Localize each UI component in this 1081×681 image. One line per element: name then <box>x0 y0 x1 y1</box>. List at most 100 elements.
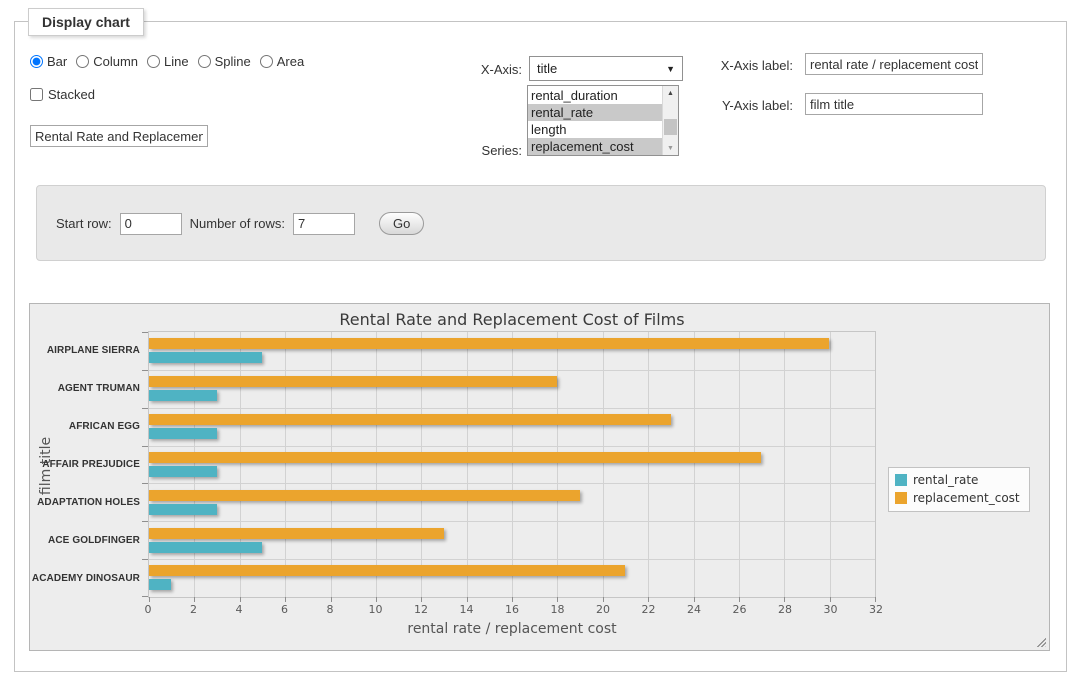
x-axis-tick <box>512 597 513 602</box>
stacked-label: Stacked <box>48 87 95 102</box>
chart-title-input[interactable] <box>30 125 208 147</box>
chart-title: Rental Rate and Replacement Cost of Film… <box>148 310 876 329</box>
scrollbar-thumb[interactable] <box>664 119 677 135</box>
chevron-down-icon: ▼ <box>666 64 675 74</box>
bar-group <box>149 559 875 597</box>
x-axis-tick <box>285 597 286 602</box>
y-axis-tick <box>142 332 148 333</box>
chart-type-option-area[interactable]: Area <box>260 54 304 69</box>
x-axis-tick <box>648 597 649 602</box>
series-option-replacement_cost[interactable]: replacement_cost <box>528 138 662 155</box>
x-tick-label: 28 <box>778 603 792 616</box>
legend-swatch-rental_rate <box>895 474 907 486</box>
bar-rental_rate <box>149 466 217 477</box>
y-category-label: AGENT TRUMAN <box>30 369 140 407</box>
x-axis-tick <box>376 597 377 602</box>
x-tick-label: 20 <box>596 603 610 616</box>
series-listbox: rental_durationrental_ratelengthreplacem… <box>527 85 679 156</box>
y-category-label: AIRPLANE SIERRA <box>30 331 140 369</box>
chart-container: Rental Rate and Replacement Cost of Film… <box>29 303 1050 651</box>
y-category-label: AFFAIR PREJUDICE <box>30 445 140 483</box>
chart-type-option-spline[interactable]: Spline <box>198 54 251 69</box>
series-option-rental_rate[interactable]: rental_rate <box>528 104 662 121</box>
x-tick-label: 0 <box>145 603 152 616</box>
x-tick-label: 18 <box>551 603 565 616</box>
x-tick-label: 8 <box>327 603 334 616</box>
chart-type-radio-label: Column <box>93 54 138 69</box>
legend-item-replacement_cost[interactable]: replacement_cost <box>895 491 1020 505</box>
chart-type-radio-group: Bar Column Line Spline Area <box>30 54 304 69</box>
x-tick-label: 14 <box>460 603 474 616</box>
x-tick-label: 12 <box>414 603 428 616</box>
bar-rental_rate <box>149 542 262 553</box>
legend-label: replacement_cost <box>913 491 1020 505</box>
chart-type-option-bar[interactable]: Bar <box>30 54 67 69</box>
x-tick-label: 2 <box>190 603 197 616</box>
x-axis-tick <box>557 597 558 602</box>
bar-replacement_cost <box>149 565 625 576</box>
scroll-down-icon[interactable]: ▼ <box>663 141 678 155</box>
y-category-label: AFRICAN EGG <box>30 407 140 445</box>
legend-item-rental_rate[interactable]: rental_rate <box>895 473 1020 487</box>
stacked-checkbox[interactable] <box>30 88 43 101</box>
x-axis-tick <box>421 597 422 602</box>
bar-replacement_cost <box>149 528 444 539</box>
resize-handle-icon[interactable] <box>1035 636 1046 647</box>
x-tick-label: 26 <box>733 603 747 616</box>
legend-swatch-replacement_cost <box>895 492 907 504</box>
x-axis-tick <box>240 597 241 602</box>
bar-group <box>149 370 875 408</box>
y-axis-tick <box>142 408 148 409</box>
x-tick-label: 6 <box>281 603 288 616</box>
chart-type-radio-line[interactable] <box>147 55 160 68</box>
chart-type-option-column[interactable]: Column <box>76 54 138 69</box>
series-listbox-scrollbar[interactable]: ▲ ▼ <box>662 86 678 155</box>
go-button[interactable]: Go <box>379 212 424 235</box>
number-of-rows-input[interactable] <box>293 213 355 235</box>
x-axis-title: rental rate / replacement cost <box>148 621 876 637</box>
chart-legend: rental_rate replacement_cost <box>888 467 1030 512</box>
chart-type-option-line[interactable]: Line <box>147 54 189 69</box>
y-axis-tick <box>142 446 148 447</box>
y-category-label: ACADEMY DINOSAUR <box>30 560 140 598</box>
scroll-up-icon[interactable]: ▲ <box>663 86 678 100</box>
x-axis-label-input[interactable] <box>805 53 983 75</box>
stacked-option[interactable]: Stacked <box>30 87 95 102</box>
bar-replacement_cost <box>149 490 580 501</box>
series-listbox-options: rental_durationrental_ratelengthreplacem… <box>528 86 662 155</box>
bar-rental_rate <box>149 504 217 515</box>
x-axis-tick <box>194 597 195 602</box>
x-tick-label: 32 <box>869 603 883 616</box>
bar-replacement_cost <box>149 338 829 349</box>
y-axis-label-input[interactable] <box>805 93 983 115</box>
y-axis-tick <box>142 521 148 522</box>
bar-replacement_cost <box>149 414 671 425</box>
y-axis-tick <box>142 483 148 484</box>
y-category-label: ADAPTATION HOLES <box>30 484 140 522</box>
start-row-label: Start row: <box>56 216 112 231</box>
row-range-panel: Start row: Number of rows: Go <box>36 185 1046 261</box>
x-axis-select[interactable]: title ▼ <box>529 56 683 81</box>
series-option-rental_duration[interactable]: rental_duration <box>528 87 662 104</box>
x-axis-tick <box>830 597 831 602</box>
bar-group <box>149 332 875 370</box>
chart-type-radio-column[interactable] <box>76 55 89 68</box>
series-option-length[interactable]: length <box>528 121 662 138</box>
x-tick-label: 24 <box>687 603 701 616</box>
x-axis-select-value: title <box>537 61 557 76</box>
x-axis-tick <box>875 597 876 602</box>
x-axis-label-field-label: X-Axis label: <box>693 58 793 73</box>
chart-type-radio-label: Area <box>277 54 304 69</box>
number-of-rows-label: Number of rows: <box>190 216 285 231</box>
x-axis-select-label: X-Axis: <box>432 62 522 77</box>
bar-replacement_cost <box>149 376 557 387</box>
chart-type-radio-bar[interactable] <box>30 55 43 68</box>
x-tick-label: 30 <box>824 603 838 616</box>
display-chart-fieldset: Display chart BarColumnLineSplineArea St… <box>14 21 1067 672</box>
scrollbar-track[interactable] <box>663 100 678 141</box>
bar-group <box>149 446 875 484</box>
x-axis-tick <box>331 597 332 602</box>
chart-type-radio-area[interactable] <box>260 55 273 68</box>
chart-type-radio-spline[interactable] <box>198 55 211 68</box>
start-row-input[interactable] <box>120 213 182 235</box>
